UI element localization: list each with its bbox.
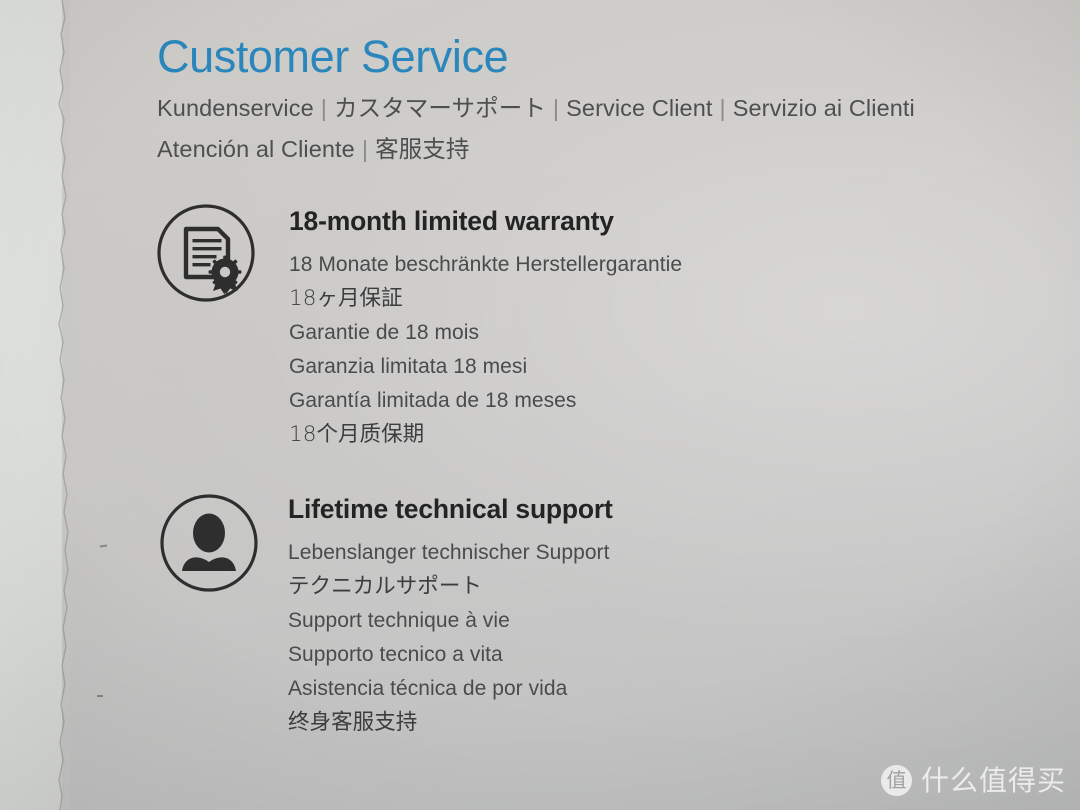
feature-warranty: 18-month limited warranty 18 Monate besc… [155,202,682,453]
separator: | [719,95,726,121]
person-support-icon [158,492,260,594]
feature-warranty-line-fr: Garantie de 18 mois [289,321,480,345]
separator: | [552,95,560,121]
header-translations-line-2: Atención al Cliente | 客服支持 [157,129,1037,170]
watermark: 值 什么值得买 [880,763,1066,797]
feature-warranty-line-es: Garantía limitada de 18 meses [289,389,577,413]
feature-support-line-de: Lebenslanger technischer Support [288,540,610,564]
feature-support-text: Lifetime technical support Lebenslanger … [288,492,613,741]
feature-warranty-line-ja: 18ヶ月保証 [289,285,403,311]
feature-warranty-title: 18-month limited warranty [289,206,614,236]
certificate-document-icon [155,202,257,304]
smzdm-logo-icon: 值 [880,765,912,796]
left-paper-strip [0,0,62,810]
translation-de: Kundenservice [157,95,314,121]
feature-warranty-line-zh: 18个月质保期 [289,422,425,448]
separator: | [320,95,327,121]
feature-support-line-es: Asistencia técnica de por vida [288,677,568,701]
feature-support-title: Lifetime technical support [288,494,613,524]
translation-ja: カスタマーサポート [333,94,546,122]
translation-fr: Service Client [566,95,713,121]
separator: | [361,135,369,162]
feature-support-line-it: Supporto tecnico a vita [288,643,503,667]
translation-es: Atención al Cliente [157,135,355,162]
header-translations-line-1: Kundenservice | カスタマーサポート | Service Client | S… [157,88,1037,129]
feature-support-line-ja: テクニカルサポート [288,573,482,599]
watermark-text: 什么值得买 [920,763,1066,797]
feature-warranty-line-it: Garanzia limitata 18 mesi [289,355,528,379]
feature-support-line-fr: Support technique à vie [288,609,510,633]
customer-service-panel: Customer Service Kundenservice | カスタマーサポート… [0,0,1080,810]
feature-support-line-zh: 终身客服支持 [288,710,418,736]
translation-zh: 客服支持 [375,134,470,163]
translation-it: Servizio ai Clienti [732,95,915,121]
header: Customer Service Kundenservice | カスタマーサポート… [157,34,1037,169]
page-title: Customer Service [157,31,509,82]
feature-technical-support: Lifetime technical support Lebenslanger … [158,492,613,741]
paper-speck [97,695,103,697]
feature-warranty-text: 18-month limited warranty 18 Monate besc… [289,202,682,453]
feature-warranty-line-de: 18 Monate beschränkte Herstellergarantie [289,252,683,276]
